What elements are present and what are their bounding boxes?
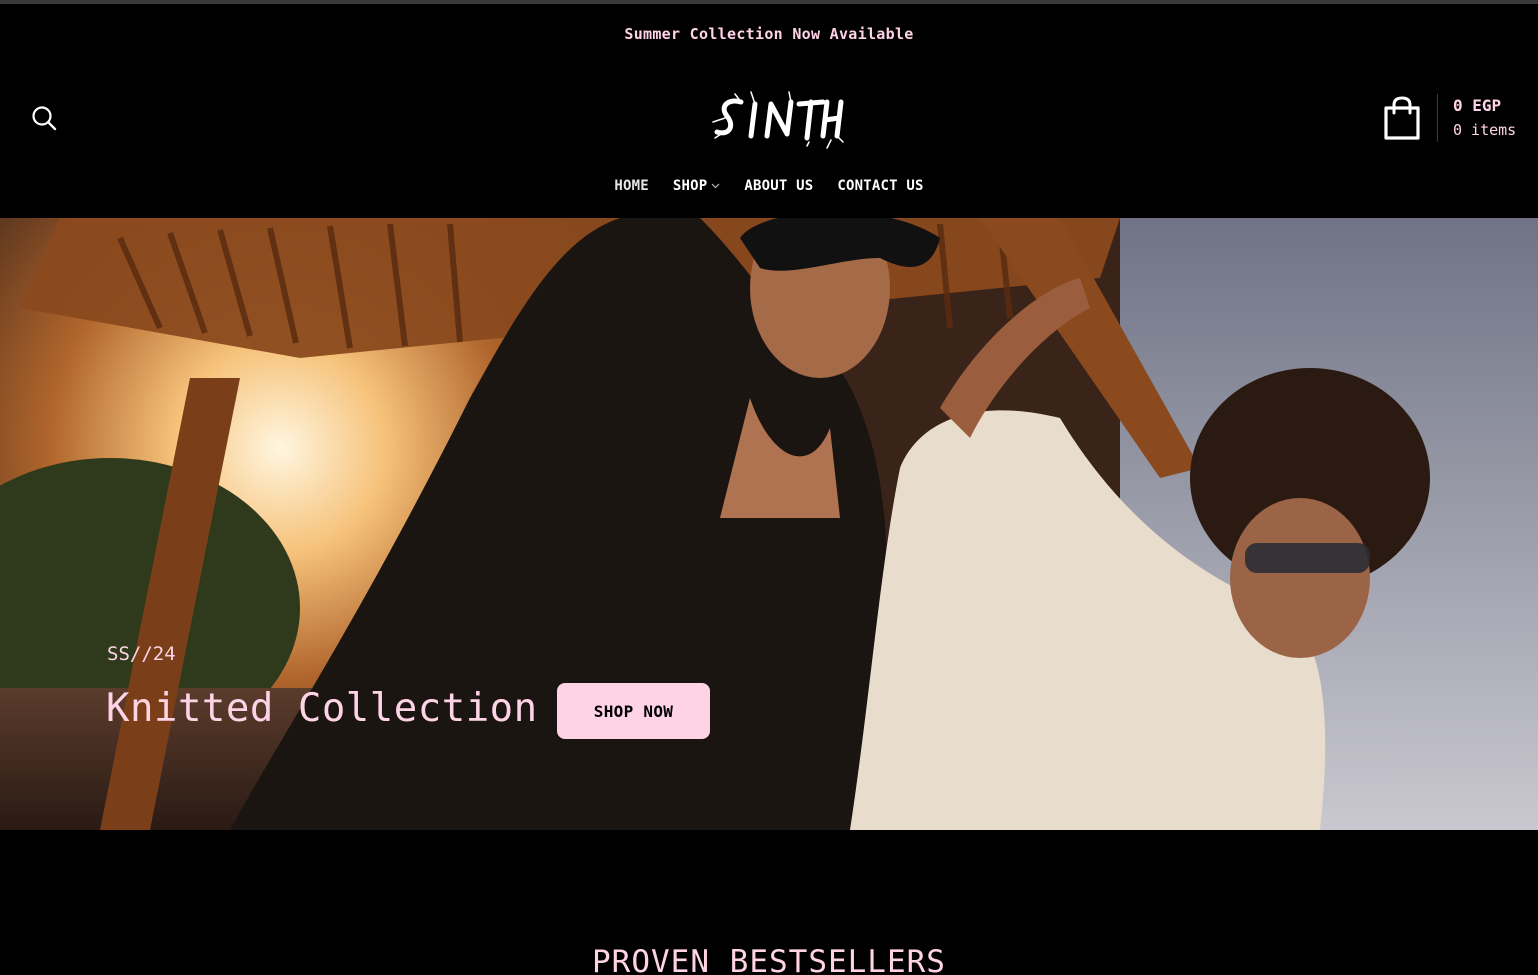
nav-item-about-us[interactable]: ABOUT US: [744, 178, 813, 194]
cart-total: 0 EGP: [1453, 96, 1502, 115]
hero-kicker: SS//24: [107, 643, 176, 665]
cart-button[interactable]: 0 EGP 0 items: [1380, 92, 1516, 144]
hero-banner[interactable]: [0, 218, 1538, 830]
announcement-bar: Summer Collection Now Available: [0, 4, 1538, 64]
shop-now-button[interactable]: SHOP NOW: [557, 683, 710, 739]
nav-item-contact-us[interactable]: CONTACT US: [837, 178, 923, 194]
announcement-text: Summer Collection Now Available: [624, 25, 914, 43]
hero-title: Knitted Collection: [106, 686, 538, 731]
main-nav: HOME SHOP ABOUT US CONTACT US: [0, 172, 1538, 200]
nav-item-shop-label: SHOP: [672, 178, 708, 194]
logo-wordmark: [712, 91, 844, 149]
bestsellers-heading: PROVEN BESTSELLERS: [592, 944, 946, 975]
nav-item-shop[interactable]: SHOP: [673, 178, 721, 194]
cart-item-count: 0 items: [1453, 121, 1517, 139]
chevron-down-icon: [711, 183, 720, 189]
site-logo[interactable]: [709, 86, 847, 152]
shopping-bag-icon: [1384, 96, 1420, 140]
cart-divider: [1437, 94, 1438, 142]
search-icon: [32, 106, 57, 131]
hero-image: [0, 218, 1538, 830]
nav-item-home[interactable]: HOME: [614, 178, 649, 194]
search-button[interactable]: [28, 102, 60, 134]
